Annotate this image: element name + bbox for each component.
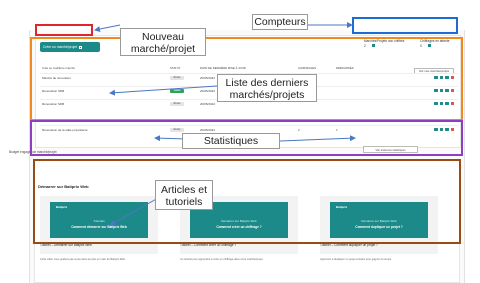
callout-new-project: Nouveau marché/projet bbox=[120, 28, 206, 56]
tutorial-description: Apprenez à dupliquer un projet existant … bbox=[320, 258, 392, 261]
callout-counters: Compteurs bbox=[252, 14, 308, 30]
callout-articles: Articles et tutoriels bbox=[155, 180, 213, 210]
callout-latest-projects: Liste des derniers marchés/projets bbox=[217, 74, 317, 102]
callout-statistics: Statistiques bbox=[182, 133, 280, 149]
tutorial-description: Cette vidéo vous guidera pas à pas dans … bbox=[40, 258, 126, 261]
tutorial-description: Un tutoriel pour apprendre à créer un ch… bbox=[180, 258, 264, 261]
annotation-box-articles bbox=[33, 159, 461, 244]
annotation-box-new-project bbox=[35, 24, 93, 36]
annotation-box-counters bbox=[352, 17, 458, 34]
